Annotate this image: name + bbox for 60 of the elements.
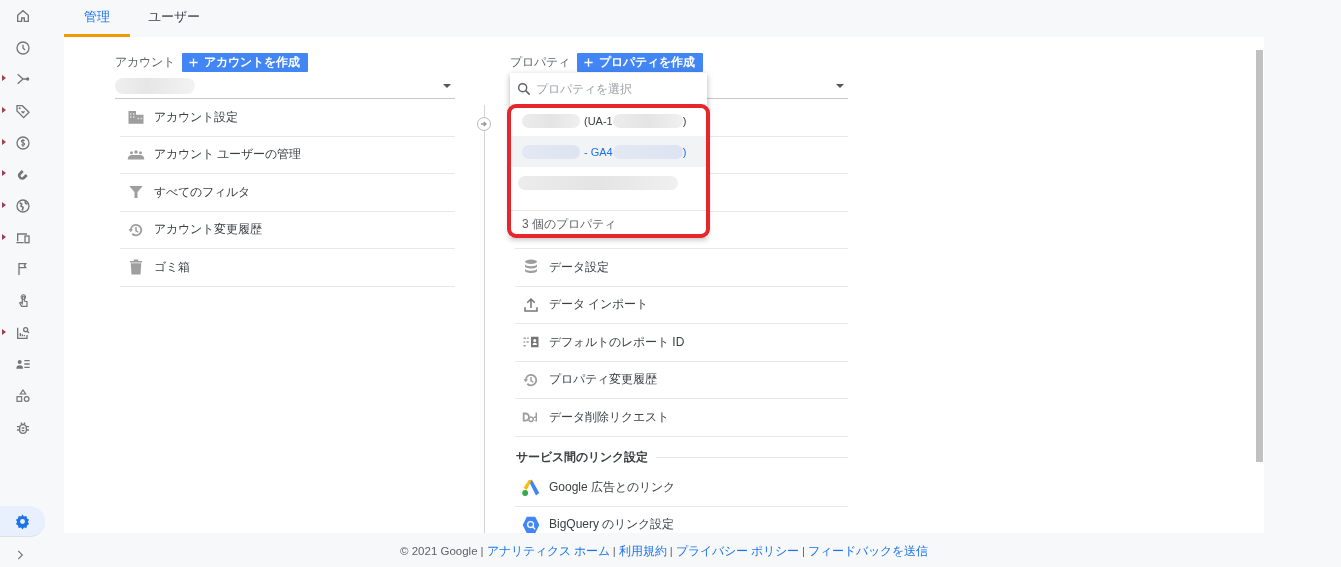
expand-arrow-icon (2, 138, 6, 145)
section-label: アカウント (115, 53, 175, 71)
create-button[interactable]: プロパティを作成 (577, 52, 703, 72)
report-search-icon (14, 324, 31, 341)
home-icon (14, 7, 31, 24)
menu-link[interactable]: データ インポート (549, 296, 649, 314)
blurred-text (612, 113, 683, 128)
tab[interactable]: ユーザー (130, 0, 218, 37)
menu-link[interactable]: データ設定 (549, 258, 609, 276)
property-count: 3 個のプロパティ (510, 210, 707, 237)
footer-link[interactable]: アナリティクス ホーム (486, 543, 610, 559)
dollar-icon (14, 134, 31, 151)
menu-link[interactable]: アカウント設定 (154, 108, 238, 126)
scrollbar[interactable] (1256, 50, 1263, 462)
separator: | (612, 545, 616, 558)
property-option[interactable]: (UA-1 ) (510, 105, 707, 136)
menu-link[interactable]: データ削除リクエスト (549, 408, 669, 426)
trash-icon (127, 258, 145, 277)
section-label: プロパティ (510, 53, 570, 71)
create-button[interactable]: アカウントを作成 (182, 52, 308, 72)
separator: | (669, 545, 673, 558)
footer-link[interactable]: プライバシー ポリシー (675, 543, 799, 559)
separator: | (801, 545, 805, 558)
menu-link[interactable]: アカウント変更履歴 (154, 221, 262, 239)
menu-link[interactable]: アカウント ユーザーの管理 (154, 146, 302, 164)
menu-link[interactable]: デフォルトのレポート ID (549, 333, 685, 351)
section-title: サービス間のリンク設定 (516, 448, 648, 466)
clock-icon (14, 39, 31, 56)
expand-arrow-icon (2, 233, 6, 240)
search-icon (516, 80, 532, 97)
blurred-text (522, 113, 580, 128)
dropdown-caret-icon (836, 84, 844, 88)
plus-icon (583, 56, 594, 68)
menu-link[interactable]: プロパティ変更履歴 (549, 371, 657, 389)
menu-link[interactable]: Google 広告とのリンク (549, 479, 676, 496)
footer-link[interactable]: フィードバックを送信 (807, 543, 928, 559)
settings-nav-item[interactable] (0, 506, 45, 537)
arrow-right-icon (477, 117, 491, 131)
shapes-icon (14, 388, 31, 405)
upload-icon (522, 295, 540, 314)
plus-icon (188, 56, 199, 68)
menu-link[interactable]: ゴミ箱 (154, 258, 190, 276)
property-option[interactable]: - GA4 ) (510, 136, 707, 167)
expand-arrow-icon (2, 202, 6, 209)
expand-arrow-icon (2, 75, 6, 82)
tag-icon (14, 102, 31, 119)
globe-icon (14, 197, 31, 214)
expand-arrow-icon (2, 328, 6, 335)
building-icon (127, 108, 145, 127)
copyright-text: © 2021 Google (400, 545, 478, 558)
ads-logo-icon (521, 477, 541, 498)
menu-link[interactable]: すべてのフィルタ (154, 183, 250, 201)
expand-arrow-icon (2, 170, 6, 177)
footer-link[interactable]: 利用規約 (618, 543, 667, 559)
menu-link[interactable]: BigQuery のリンク設定 (549, 516, 675, 533)
bug-icon (14, 419, 31, 436)
settings-icon (14, 512, 31, 530)
expand-arrow-icon (2, 107, 6, 114)
separator: | (480, 545, 484, 558)
dropdown-caret-icon (443, 84, 451, 88)
